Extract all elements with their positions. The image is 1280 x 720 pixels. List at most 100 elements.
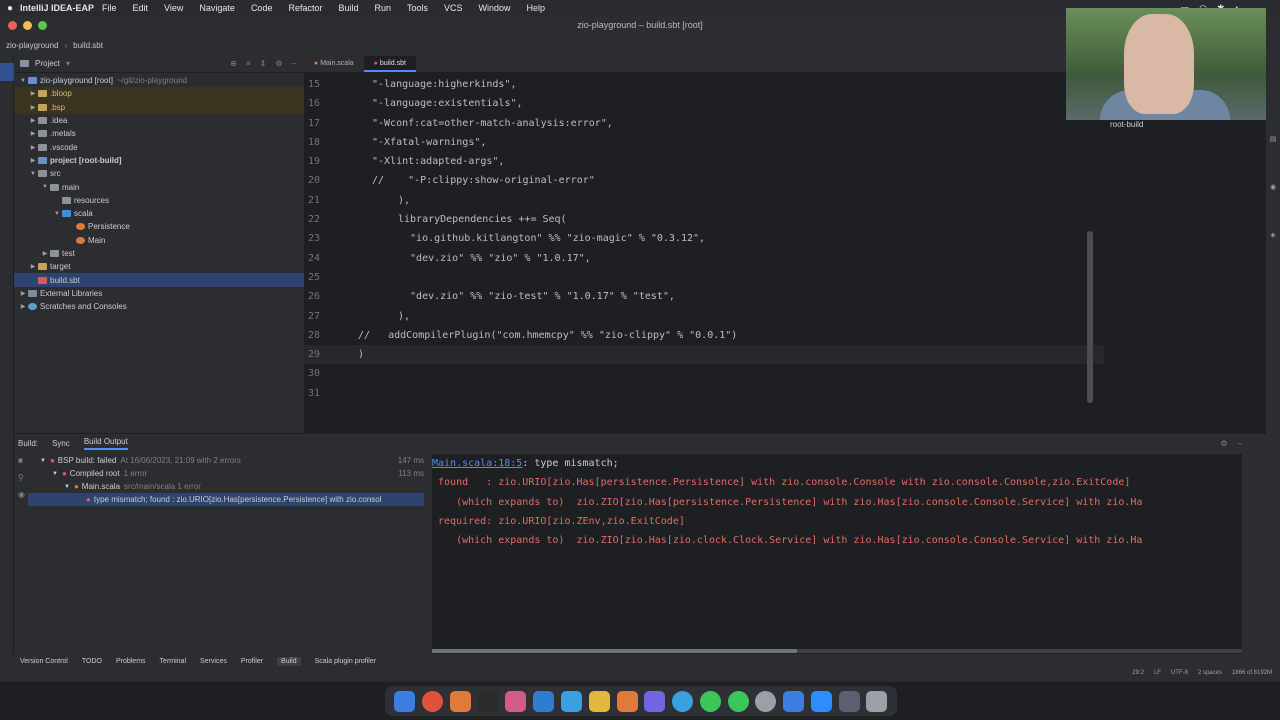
target-icon[interactable]: ⊕ — [230, 59, 237, 68]
tool-scala-plugin-profiler[interactable]: Scala plugin profiler — [315, 658, 376, 665]
menu-run[interactable]: Run — [374, 3, 391, 13]
menu-edit[interactable]: Edit — [133, 3, 149, 13]
caret-position[interactable]: 29:2 — [1132, 670, 1144, 676]
slack-icon[interactable] — [588, 690, 610, 712]
memory-indicator[interactable]: 1866 of 8192M — [1232, 670, 1272, 676]
menu-navigate[interactable]: Navigate — [199, 3, 235, 13]
tree-item-project[interactable]: ▶ project [root-build] — [14, 154, 304, 167]
chevron-down-icon[interactable]: ▼ — [52, 211, 62, 217]
chevron-right-icon[interactable]: ▶ — [18, 303, 28, 310]
menu-refactor[interactable]: Refactor — [288, 3, 322, 13]
discord-icon[interactable] — [644, 690, 666, 712]
menu-code[interactable]: Code — [251, 3, 273, 13]
intellij-icon[interactable] — [505, 690, 527, 712]
chevron-right-icon[interactable]: ▶ — [18, 290, 28, 297]
breadcrumb-project[interactable]: zio-playground — [6, 41, 58, 50]
tree-item-resources[interactable]: resources — [14, 194, 304, 207]
database-icon[interactable]: ▤ — [1266, 135, 1280, 143]
app-icon[interactable] — [616, 690, 638, 712]
line-separator[interactable]: LF — [1154, 670, 1161, 676]
tree-item-persistence[interactable]: Persistence — [14, 220, 304, 233]
tree-item-scala[interactable]: ▼ scala — [14, 207, 304, 220]
tool-version-control[interactable]: Version Control — [20, 658, 68, 665]
menu-window[interactable]: Window — [479, 3, 511, 13]
chevron-down-icon[interactable]: ▾ — [66, 59, 70, 68]
chevron-right-icon[interactable]: ▶ — [28, 90, 38, 97]
chevron-right-icon[interactable]: ▶ — [28, 144, 38, 151]
app-icon[interactable] — [783, 690, 805, 712]
tree-item-external-libraries[interactable]: ▶ External Libraries — [14, 287, 304, 300]
telegram-icon[interactable] — [672, 690, 694, 712]
breadcrumb-file[interactable]: build.sbt — [73, 41, 103, 50]
code-area[interactable]: 15 "-language:higherkinds", 16 "-language:… — [304, 75, 1104, 433]
finder-icon[interactable] — [394, 690, 416, 712]
tool-todo[interactable]: TODO — [82, 658, 102, 665]
menu-file[interactable]: File — [102, 3, 117, 13]
chevron-down-icon[interactable]: ▼ — [52, 471, 58, 477]
close-window-icon[interactable] — [8, 21, 17, 30]
rerun-icon[interactable]: ■ — [18, 456, 25, 465]
spotify-icon[interactable] — [727, 690, 749, 712]
tree-item-src[interactable]: ▼ src — [14, 167, 304, 180]
terminal-icon[interactable] — [477, 690, 499, 712]
chevron-down-icon[interactable]: ▼ — [28, 171, 38, 177]
downloads-icon[interactable] — [838, 690, 860, 712]
build-tree-row[interactable]: ▼ ● Compiled root 1 error 113 ms — [28, 467, 424, 480]
app-name[interactable]: IntelliJ IDEA-EAP — [20, 3, 94, 13]
firefox-icon[interactable] — [449, 690, 471, 712]
tree-item-target[interactable]: ▶ target — [14, 260, 304, 273]
vscode-icon[interactable] — [533, 690, 555, 712]
settings-icon[interactable] — [755, 690, 777, 712]
tab-build-output[interactable]: Build Output — [83, 437, 128, 450]
tree-item-bsp[interactable]: ▶ .bsp — [14, 100, 304, 114]
tool-terminal[interactable]: Terminal — [160, 658, 186, 665]
build-tree-row[interactable]: ● type mismatch; found : zio.URIO[zio.Ha… — [28, 493, 424, 506]
output-scrollbar[interactable] — [432, 649, 1242, 653]
project-panel-title[interactable]: Project — [35, 59, 60, 68]
whatsapp-icon[interactable] — [699, 690, 721, 712]
tree-item-build-sbt[interactable]: build.sbt — [14, 273, 304, 287]
tree-item-metals[interactable]: ▶ .metals — [14, 127, 304, 140]
pin-icon[interactable]: ⚲ — [18, 473, 25, 482]
app-icon[interactable] — [560, 690, 582, 712]
chevron-right-icon[interactable]: ▶ — [28, 157, 38, 164]
gear-icon[interactable]: ⚙ — [1220, 439, 1227, 448]
build-output[interactable]: Main.scala:18:5: type mismatch; found : … — [432, 454, 1242, 654]
tab-sync[interactable]: Sync — [52, 439, 70, 448]
tab-build-sbt[interactable]: ● build.sbt — [363, 56, 416, 72]
editor-scrollbar[interactable] — [1087, 231, 1093, 403]
error-location-link[interactable]: Main.scala:18:5 — [432, 458, 522, 469]
tree-item-main[interactable]: ▼ main — [14, 180, 304, 193]
eye-icon[interactable]: ◉ — [18, 490, 25, 499]
build-tree-row[interactable]: ▼ ● Main.scala src/main/scala 1 error — [28, 480, 424, 493]
menu-vcs[interactable]: VCS — [444, 3, 463, 13]
notifications-icon[interactable]: ◉ — [1266, 183, 1280, 191]
sbt-root-build-label[interactable]: root-build — [1110, 120, 1143, 129]
chevron-down-icon[interactable]: ▼ — [40, 458, 46, 464]
tree-item-scratches[interactable]: ▶ Scratches and Consoles — [14, 300, 304, 313]
collapse-all-icon[interactable]: ≡ — [246, 59, 251, 68]
tree-item-bloop[interactable]: ▶ .bloop — [14, 87, 304, 101]
tool-build[interactable]: Build — [277, 657, 301, 666]
chevron-right-icon[interactable]: ▶ — [28, 104, 38, 111]
chevron-right-icon[interactable]: ▶ — [28, 263, 38, 270]
apple-icon[interactable]: ● — [0, 3, 20, 14]
expand-all-icon[interactable]: ⇕ — [260, 59, 267, 68]
chevron-right-icon[interactable]: ▶ — [28, 130, 38, 137]
chevron-down-icon[interactable]: ▼ — [18, 78, 28, 84]
zoom-window-icon[interactable] — [38, 21, 47, 30]
chevron-down-icon[interactable]: ▼ — [40, 184, 50, 190]
zoom-icon[interactable] — [810, 690, 832, 712]
tree-root[interactable]: ▼ zio-playground [root] ~/git/zio-playgr… — [14, 74, 304, 87]
tree-item-main-object[interactable]: Main — [14, 234, 304, 247]
file-encoding[interactable]: UTF-8 — [1171, 670, 1188, 676]
tree-item-vscode[interactable]: ▶ .vscode — [14, 140, 304, 153]
menu-view[interactable]: View — [164, 3, 183, 13]
minimize-window-icon[interactable] — [23, 21, 32, 30]
menu-tools[interactable]: Tools — [407, 3, 428, 13]
tool-profiler[interactable]: Profiler — [241, 658, 263, 665]
chevron-down-icon[interactable]: ▼ — [64, 484, 70, 490]
trash-icon[interactable] — [866, 690, 888, 712]
build-tree-row[interactable]: ▼ ● BSP build: failed At 16/06/2023, 21:… — [28, 454, 424, 467]
hide-icon[interactable]: – — [1238, 439, 1242, 448]
